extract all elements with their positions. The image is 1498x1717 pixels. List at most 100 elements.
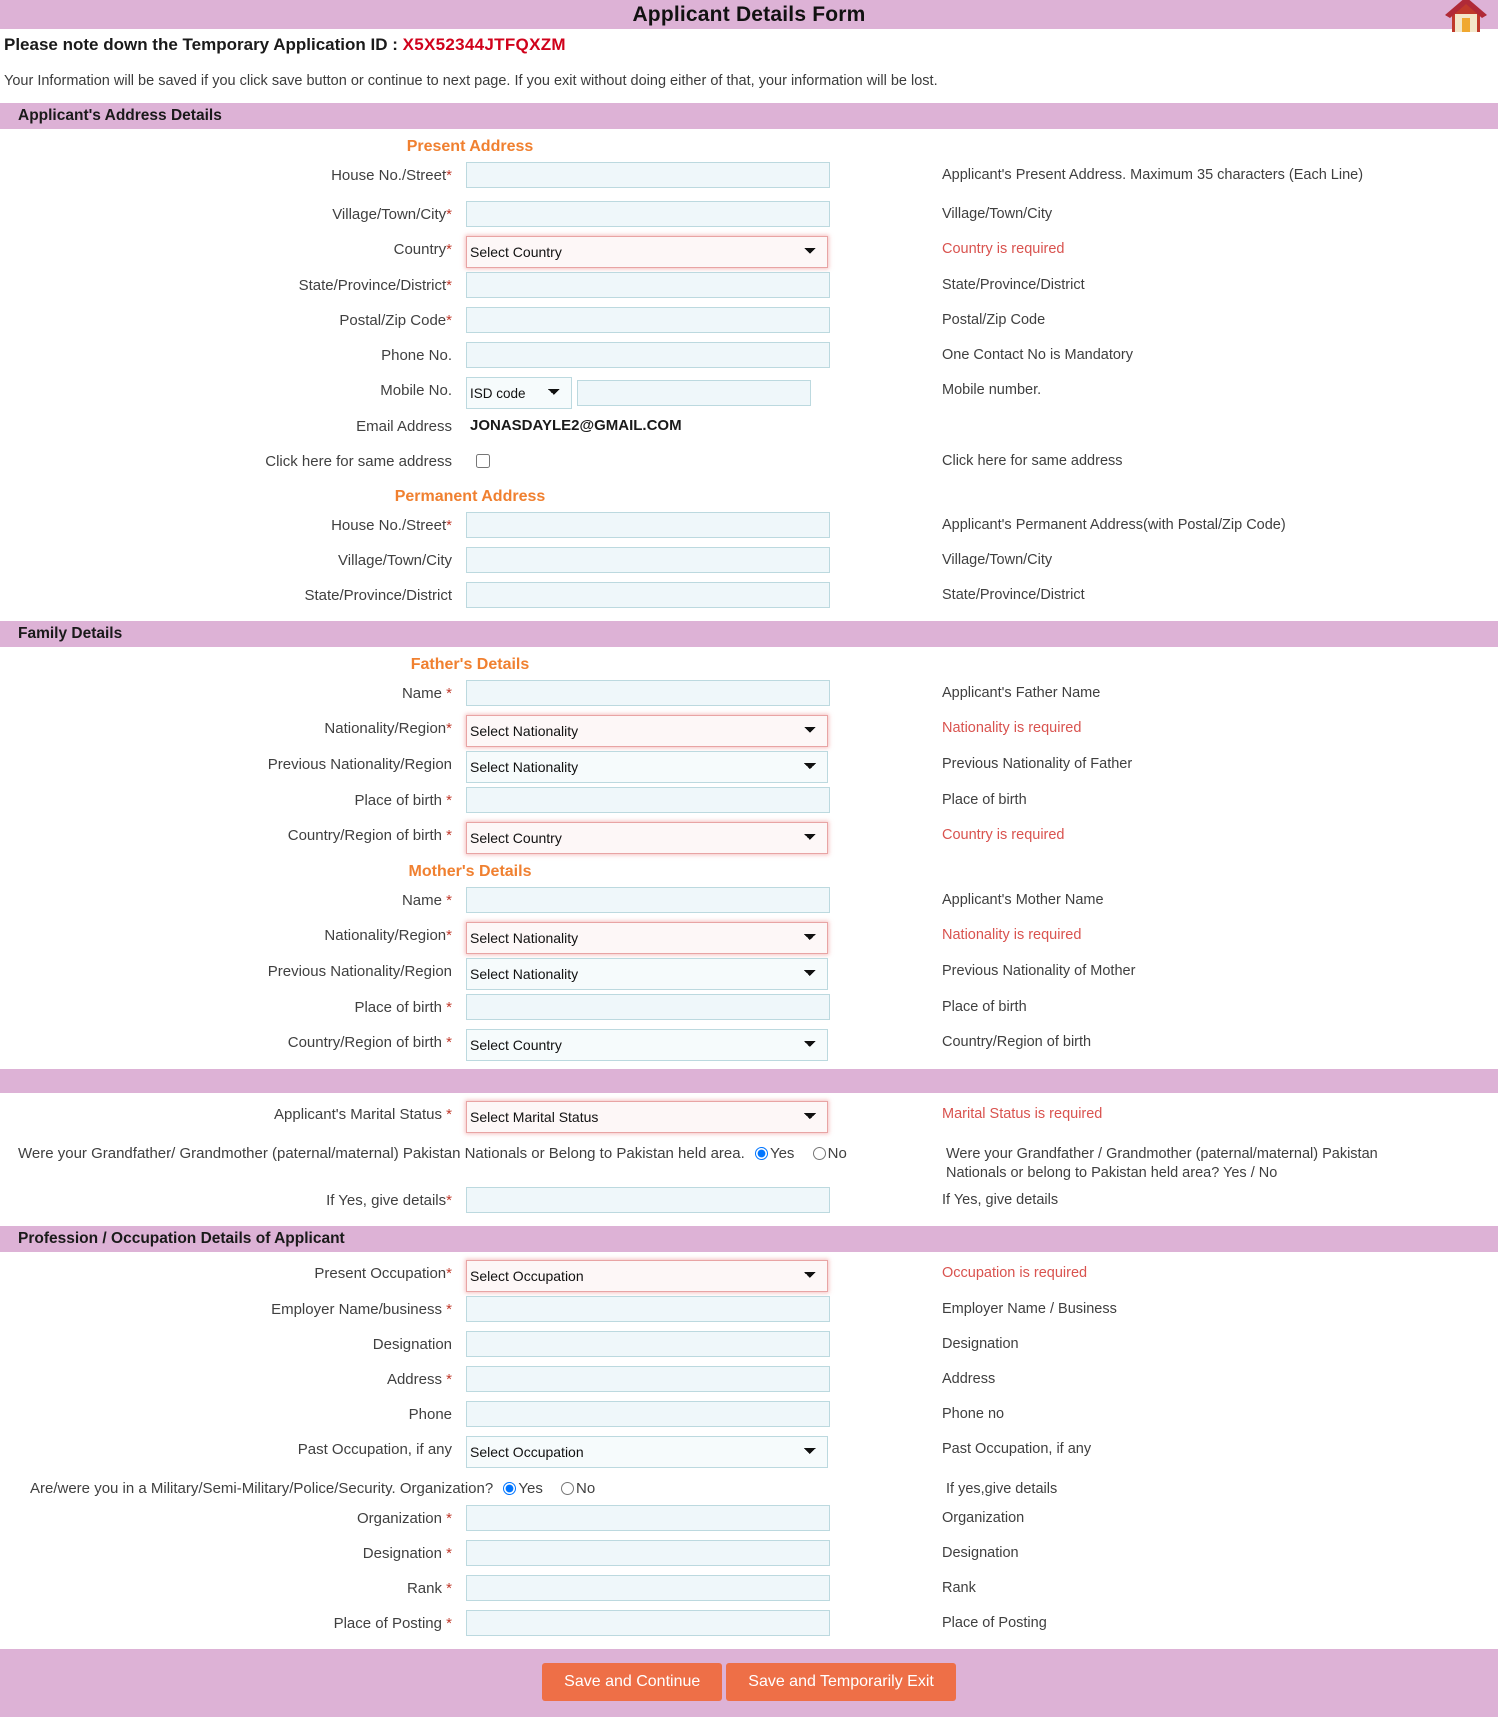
present-village-input[interactable] <box>466 201 830 227</box>
father-nationality-select[interactable]: Select Nationality <box>466 715 828 747</box>
military-radio-yes[interactable] <box>503 1482 517 1495</box>
help-military-organization: Organization <box>942 1510 1025 1526</box>
military-radio-no-label: No <box>576 1480 596 1497</box>
help-present-village: Village/Town/City <box>942 206 1053 222</box>
label-military-posting: Place of Posting * <box>333 1615 452 1632</box>
pakistan-radio-group[interactable]: Yes No <box>749 1141 855 1166</box>
mother-birthplace-input[interactable] <box>466 994 830 1020</box>
label-designation: Designation <box>372 1336 452 1353</box>
present-mobile-input[interactable] <box>577 379 811 406</box>
help-designation: Designation <box>942 1336 1019 1352</box>
form-row-employer-address: Address * Address <box>0 1366 1498 1397</box>
help-employer-name: Employer Name / Business <box>942 1301 1117 1317</box>
present-state-input[interactable] <box>466 272 830 298</box>
mother-name-input[interactable] <box>466 887 830 913</box>
pakistan-radio-yes[interactable] <box>754 1147 768 1160</box>
form-row-perm-house: House No./Street* Applicant's Permanent … <box>0 512 1498 543</box>
present-country-select[interactable]: Select Country <box>466 236 828 268</box>
past-occupation-select[interactable]: Select Occupation <box>466 1436 828 1468</box>
help-perm-house: Applicant's Permanent Address(with Posta… <box>942 517 1286 533</box>
label-perm-village: Village/Town/City <box>338 552 452 569</box>
label-present-phone: Phone No. <box>381 347 452 364</box>
present-occupation-select[interactable]: Select Occupation <box>466 1260 828 1292</box>
military-radio-group[interactable]: Yes No <box>497 1476 603 1501</box>
page-title-bar: Applicant Details Form <box>0 0 1498 32</box>
label-mother-prev-nationality: Previous Nationality/Region <box>267 963 452 980</box>
label-present-occupation: Present Occupation* <box>314 1265 452 1282</box>
designation-input[interactable] <box>466 1331 830 1357</box>
label-present-country: Country* <box>393 241 452 258</box>
save-and-continue-button[interactable]: Save and Continue <box>542 1663 723 1701</box>
pakistan-details-input[interactable] <box>466 1187 830 1213</box>
pakistan-radio-yes-label: Yes <box>769 1145 795 1162</box>
present-mobile-isd-select[interactable]: ISD code <box>466 377 572 409</box>
section-header-marital-blank <box>0 1069 1498 1093</box>
present-house-input[interactable] <box>466 162 830 188</box>
help-mother-nationality: Nationality is required <box>942 927 1082 943</box>
page-title: Applicant Details Form <box>632 2 866 26</box>
label-present-mobile: Mobile No. <box>380 382 452 399</box>
label-father-prev-nationality: Previous Nationality/Region <box>267 756 452 773</box>
label-past-occupation: Past Occupation, if any <box>297 1441 452 1458</box>
military-radio-yes-label: Yes <box>518 1480 543 1497</box>
label-employer-name: Employer Name/business * <box>271 1301 452 1318</box>
form-row-military-posting: Place of Posting * Place of Posting <box>0 1610 1498 1641</box>
form-row-father-name: Name * Applicant's Father Name <box>0 680 1498 711</box>
label-perm-house: House No./Street* <box>331 517 452 534</box>
military-radio-no[interactable] <box>561 1482 575 1495</box>
home-icon[interactable] <box>1444 0 1488 36</box>
perm-state-input[interactable] <box>466 582 830 608</box>
label-perm-state: State/Province/District <box>304 587 452 604</box>
military-posting-input[interactable] <box>466 1610 830 1636</box>
save-and-temporarily-exit-button[interactable]: Save and Temporarily Exit <box>726 1663 956 1701</box>
subheader-mothers-details: Mother's Details <box>408 863 532 880</box>
form-row-military-designation: Designation * Designation <box>0 1540 1498 1571</box>
form-row-father-birthcountry: Country/Region of birth * Select Country… <box>0 822 1498 854</box>
mother-prev-nationality-select[interactable]: Select Nationality <box>466 958 828 990</box>
father-birthplace-input[interactable] <box>466 787 830 813</box>
help-present-house: Applicant's Present Address. Maximum 35 … <box>942 167 1364 183</box>
mother-birthcountry-select[interactable]: Select Country <box>466 1029 828 1061</box>
present-phone-input[interactable] <box>466 342 830 368</box>
marital-status-select[interactable]: Select Marital Status <box>466 1101 828 1133</box>
form-row-present-occupation: Present Occupation* Select Occupation Oc… <box>0 1260 1498 1292</box>
mother-nationality-select[interactable]: Select Nationality <box>466 922 828 954</box>
help-present-mobile: Mobile number. <box>942 382 1042 398</box>
label-employer-phone: Phone <box>408 1406 452 1423</box>
present-postal-input[interactable] <box>466 307 830 333</box>
label-father-birthcountry: Country/Region of birth * <box>287 827 452 844</box>
form-row-present-village: Village/Town/City* Village/Town/City <box>0 201 1498 232</box>
form-row-past-occupation: Past Occupation, if any Select Occupatio… <box>0 1436 1498 1468</box>
employer-address-input[interactable] <box>466 1366 830 1392</box>
military-organization-input[interactable] <box>466 1505 830 1531</box>
form-row-employer-phone: Phone Phone no <box>0 1401 1498 1432</box>
help-perm-state: State/Province/District <box>942 587 1085 603</box>
help-military-designation: Designation <box>942 1545 1019 1561</box>
father-birthcountry-select[interactable]: Select Country <box>466 822 828 854</box>
employer-phone-input[interactable] <box>466 1401 830 1427</box>
father-prev-nationality-select[interactable]: Select Nationality <box>466 751 828 783</box>
perm-village-input[interactable] <box>466 547 830 573</box>
form-row-mother-nationality: Nationality/Region* Select Nationality N… <box>0 922 1498 954</box>
employer-name-input[interactable] <box>466 1296 830 1322</box>
label-present-state: State/Province/District* <box>298 277 452 294</box>
label-military-designation: Designation * <box>362 1545 452 1562</box>
form-row-father-birthplace: Place of birth * Place of birth <box>0 787 1498 818</box>
military-designation-input[interactable] <box>466 1540 830 1566</box>
label-mother-nationality: Nationality/Region* <box>324 927 452 944</box>
help-mother-name: Applicant's Mother Name <box>942 892 1104 908</box>
section-header-family: Family Details <box>0 621 1498 647</box>
same-address-checkbox[interactable] <box>476 454 490 468</box>
temp-id-value: X5X52344JTFQXZM <box>402 35 566 54</box>
military-rank-input[interactable] <box>466 1575 830 1601</box>
perm-house-input[interactable] <box>466 512 830 538</box>
email-value: JONASDAYLE2@GMAIL.COM <box>470 417 682 434</box>
label-employer-address: Address * <box>386 1371 452 1388</box>
pakistan-radio-no[interactable] <box>812 1147 826 1160</box>
label-military-rank: Rank * <box>406 1580 452 1597</box>
applicant-details-page: Applicant Details Form Please note down … <box>0 0 1498 1717</box>
help-same-address: Click here for same address <box>942 453 1123 469</box>
label-father-birthplace: Place of birth * <box>354 792 452 809</box>
form-row-email: Email Address JONASDAYLE2@GMAIL.COM <box>0 413 1498 444</box>
father-name-input[interactable] <box>466 680 830 706</box>
